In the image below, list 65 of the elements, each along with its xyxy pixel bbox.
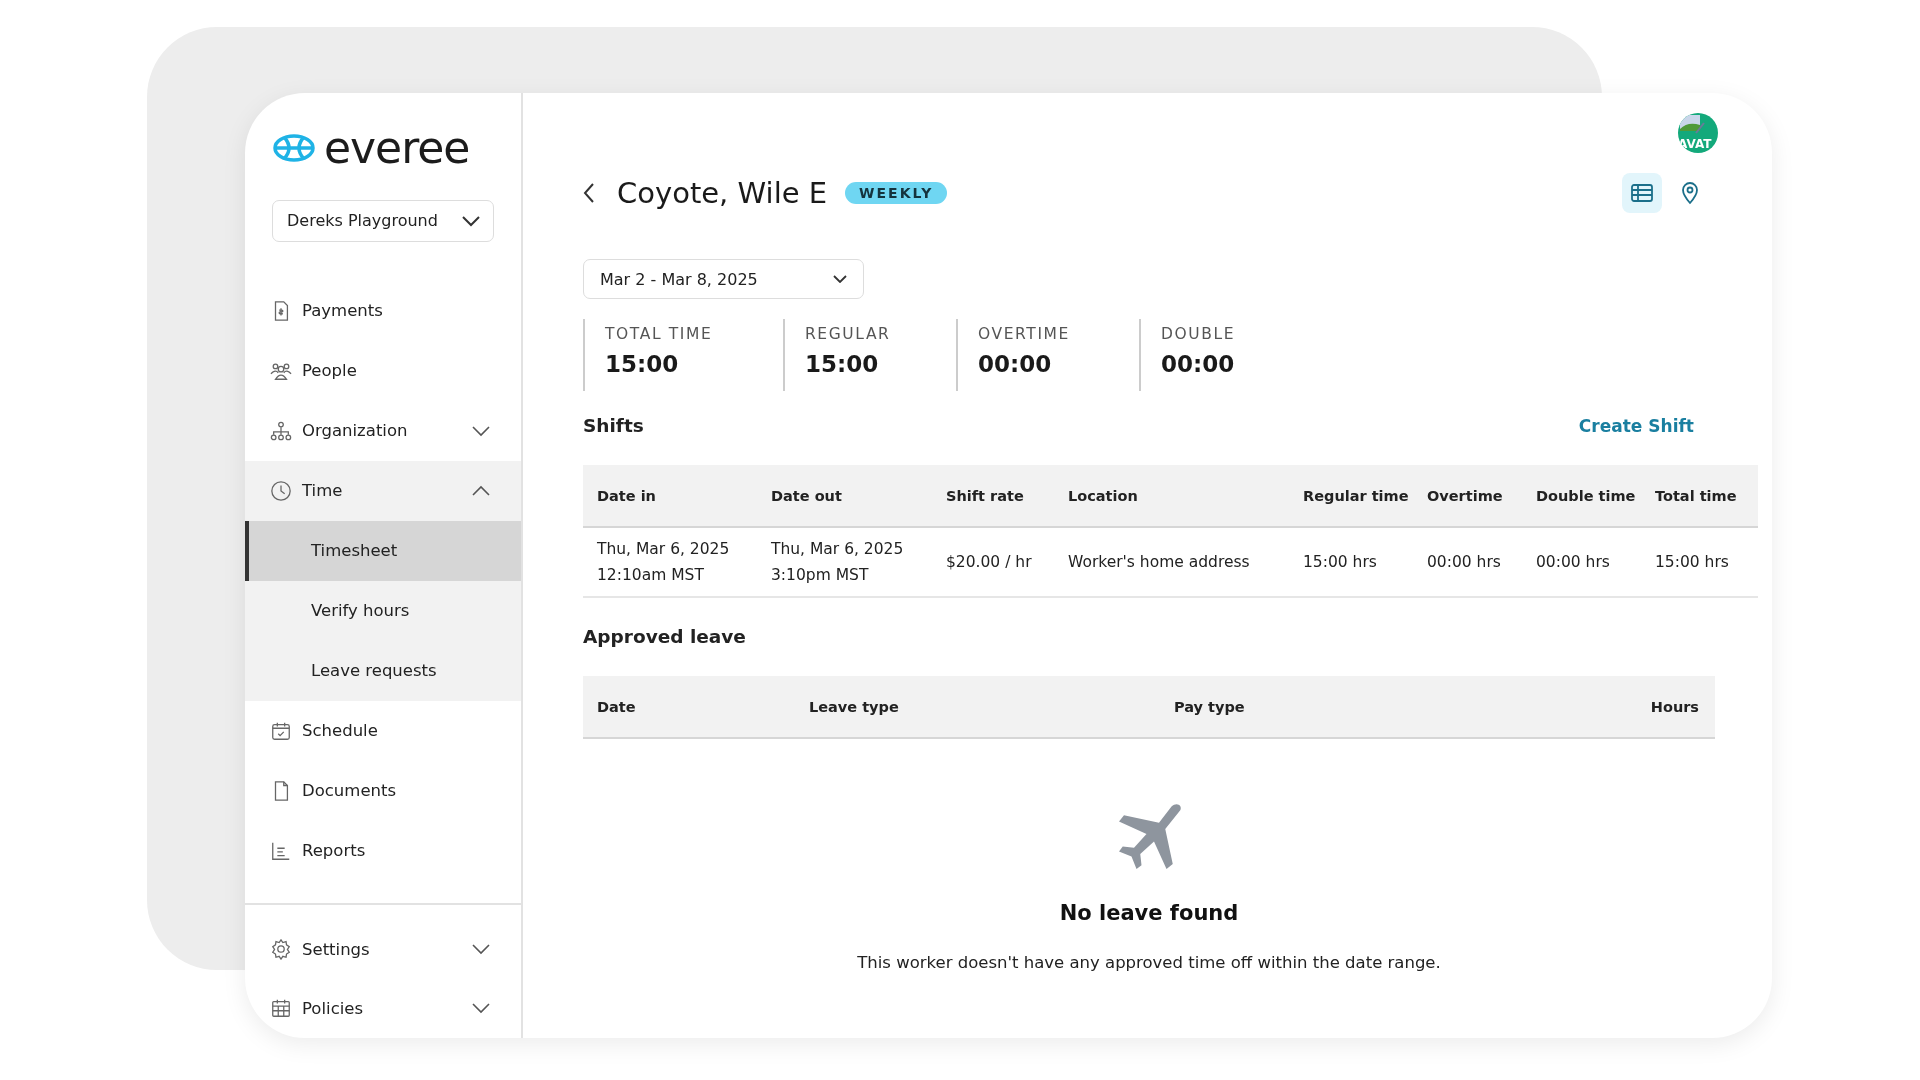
table-view-button[interactable] (1622, 173, 1662, 213)
column-header: Hours (1649, 698, 1700, 715)
column-header: Shift rate (945, 487, 1025, 504)
nav-item[interactable]: Schedule (245, 700, 521, 761)
chevron-down-icon (471, 1002, 491, 1015)
column-header: Double time (1535, 487, 1637, 504)
nav-subitem[interactable]: Verify hours (245, 580, 521, 641)
nav-subitem[interactable]: Leave requests (245, 640, 521, 701)
section-title: Shifts (583, 415, 644, 436)
chevron-down-icon (471, 943, 491, 956)
table-cell-text: Thu, Mar 6, 2025 12:10am MST (596, 539, 731, 586)
hierarchy-icon (270, 419, 292, 442)
stat-value: 00:00 (978, 351, 1053, 377)
column-header: Total time (1654, 487, 1738, 504)
create-shift-link[interactable]: Create Shift (1578, 415, 1694, 436)
nav-item[interactable]: People (245, 340, 521, 401)
section-title: Approved leave (583, 626, 746, 647)
nav-item[interactable]: Organization (245, 400, 521, 461)
empty-state-message: This worker doesn't have any approved time off within the date range. (857, 953, 1441, 972)
table-cell-text: 15:00 hrs (1654, 552, 1730, 573)
empty-state-title: No leave found (1059, 901, 1239, 925)
stat-label: DOUBLE (1161, 325, 1237, 343)
column-header: Date out (770, 487, 843, 504)
column-header: Leave type (808, 698, 900, 715)
column-header: Date (596, 698, 637, 715)
chevron-up-icon (471, 484, 491, 497)
chevron-down-icon (471, 424, 491, 437)
nav-item[interactable]: Policies (245, 978, 521, 1038)
stat-label: REGULAR (805, 325, 892, 343)
column-header: Date in (596, 487, 657, 504)
pay-frequency-badge: WEEKLY (845, 182, 948, 204)
column-header: Pay type (1173, 698, 1246, 715)
table-cell-text: $20.00 / hr (945, 552, 1033, 573)
nav-item[interactable]: Settings (245, 919, 521, 979)
nav-item[interactable]: Payments (245, 280, 521, 341)
column-header: Regular time (1302, 487, 1410, 504)
stat-label: OVERTIME (978, 325, 1071, 343)
table-cell-text: Thu, Mar 6, 2025 3:10pm MST (770, 539, 905, 586)
nav-subitem[interactable]: Timesheet (245, 520, 521, 581)
table-cell-text: 15:00 hrs (1302, 552, 1378, 573)
date-range-select[interactable]: Mar 2 - Mar 8, 2025 (583, 259, 864, 299)
nav-item[interactable]: Time (245, 460, 521, 521)
nav-item[interactable]: Reports (245, 820, 521, 881)
table-cell-text: 00:00 hrs (1535, 552, 1611, 573)
stat-value: 00:00 (1161, 351, 1236, 377)
column-header: Location (1067, 487, 1139, 504)
stat-label: TOTAL TIME (605, 325, 714, 343)
chevron-down-icon (833, 275, 847, 283)
table-cell-text: Worker's home address (1067, 552, 1251, 573)
stat-value: 15:00 (805, 351, 880, 377)
settings-icon (270, 938, 292, 961)
logo-text: everee (324, 125, 470, 170)
column-header: Overtime (1426, 487, 1504, 504)
table-icon (1630, 181, 1654, 205)
chevron-down-icon (461, 215, 481, 227)
calendar-grid-icon (270, 997, 292, 1020)
organization-select[interactable]: Dereks Playground (272, 200, 494, 242)
clock-icon (270, 479, 292, 502)
worker-name: Coyote, Wile E (617, 176, 828, 210)
table-row[interactable]: Thu, Mar 6, 2025 12:10am MST Thu, Mar 6, 2025 3:10pm MST $20.00 / hr Worker's home address 15:00 hrs 00:00 hrs 00:00 hrs 15:00 hrs (583, 528, 1758, 598)
nav-item[interactable]: Documents (245, 760, 521, 821)
back-icon[interactable] (583, 182, 595, 204)
logo-icon (272, 132, 316, 163)
table-cell-text: 00:00 hrs (1426, 552, 1502, 573)
stat-value: 15:00 (605, 351, 680, 377)
